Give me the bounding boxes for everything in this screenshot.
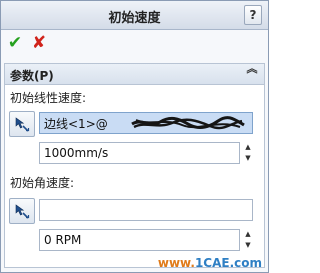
title-bar: 初始速度 ?: [1, 1, 268, 30]
spinner-up-icon[interactable]: ▲: [243, 142, 253, 153]
dialog-window: 初始速度 ? ✔ ✘ 参数(P) ︽ 初始线性速度: 边线<1>@ 1000mm…: [0, 0, 269, 273]
spinner-down-icon[interactable]: ▼: [243, 153, 253, 164]
arrow-select-icon: [15, 117, 30, 132]
watermark-prefix: www.: [157, 256, 195, 270]
cancel-button[interactable]: ✘: [29, 33, 49, 53]
redaction-scribble: [131, 116, 245, 130]
angular-speed-input[interactable]: 0 RPM: [39, 229, 240, 251]
panel-header[interactable]: 参数(P) ︽: [5, 63, 264, 85]
panel-title: 参数(P): [10, 69, 54, 83]
angular-pick-button[interactable]: [9, 198, 35, 224]
arrow-select-icon: [15, 204, 30, 219]
linear-reference-value: 边线<1>@: [44, 117, 108, 131]
watermark-brand: 1CAE.com: [194, 256, 262, 270]
linear-speed-input[interactable]: 1000mm/s: [39, 142, 240, 164]
watermark-logo: www.1CAE.com: [158, 256, 262, 270]
angular-reference-field[interactable]: [39, 199, 253, 221]
spinner-down-icon[interactable]: ▼: [243, 240, 253, 251]
linear-velocity-label: 初始线性速度:: [10, 91, 87, 105]
dialog-title: 初始速度: [108, 11, 161, 26]
linear-reference-field[interactable]: 边线<1>@: [39, 112, 253, 134]
linear-speed-spinner[interactable]: ▲ ▼: [243, 142, 253, 164]
angular-speed-spinner[interactable]: ▲ ▼: [243, 229, 253, 251]
angular-velocity-label: 初始角速度:: [10, 176, 75, 190]
spinner-up-icon[interactable]: ▲: [243, 229, 253, 240]
parameters-panel: 参数(P) ︽ 初始线性速度: 边线<1>@ 1000mm/s ▲ ▼ 初始角速…: [4, 63, 265, 268]
close-icon: ✘: [31, 33, 47, 53]
linear-pick-button[interactable]: [9, 111, 35, 137]
help-button[interactable]: ?: [244, 5, 262, 25]
check-icon: ✔: [7, 33, 23, 53]
ok-button[interactable]: ✔: [5, 33, 25, 53]
collapse-icon[interactable]: ︽: [246, 63, 258, 81]
